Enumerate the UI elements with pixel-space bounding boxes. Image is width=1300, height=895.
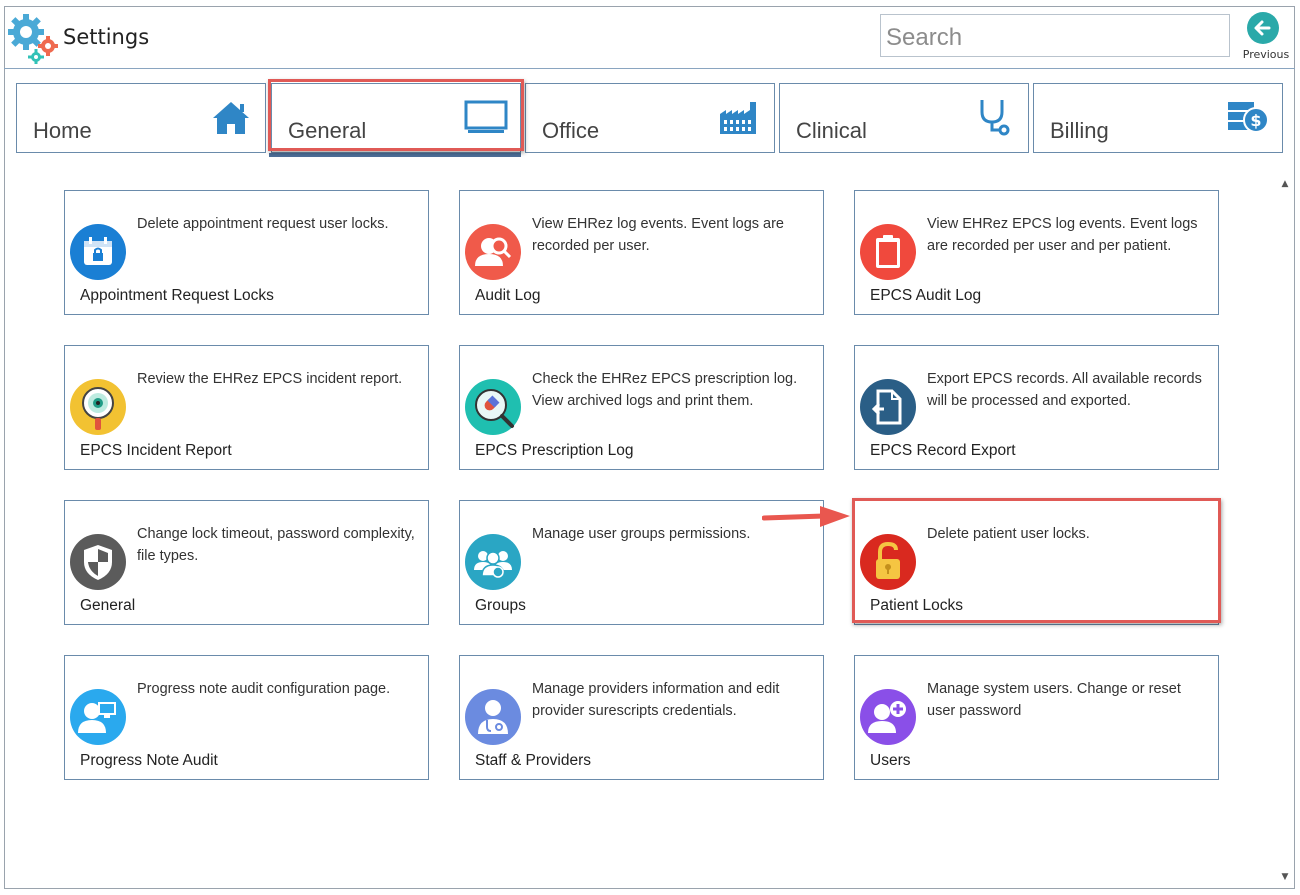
card-description: Change lock timeout, password complexity… xyxy=(137,526,415,564)
card-title: General xyxy=(80,597,136,614)
clipboard-icon xyxy=(860,224,916,280)
card-title: EPCS Incident Report xyxy=(80,442,232,459)
monitor-icon xyxy=(464,100,508,133)
card-general[interactable]: Change lock timeout, password complexity… xyxy=(64,500,429,625)
card-description: View EHRez EPCS log events. Event logs a… xyxy=(927,216,1198,254)
card-description: Review the EHRez EPCS incident report. xyxy=(137,371,403,387)
shield-icon xyxy=(70,534,126,590)
tab-label: Office xyxy=(542,118,600,143)
user-add-icon xyxy=(860,689,916,745)
calendar-lock-icon xyxy=(70,224,126,280)
tab-general[interactable]: General xyxy=(271,83,521,153)
card-title: EPCS Audit Log xyxy=(870,287,982,304)
app-title: Settings xyxy=(63,25,150,49)
document-export-icon xyxy=(860,379,916,435)
card-title: EPCS Prescription Log xyxy=(475,442,634,459)
card-audit-log[interactable]: View EHRez log events. Event logs are re… xyxy=(459,190,824,315)
tab-home[interactable]: Home xyxy=(16,83,266,153)
active-tab-indicator xyxy=(269,153,521,157)
card-title: Patient Locks xyxy=(870,597,964,614)
scroll-down-button[interactable]: ▼ xyxy=(1278,870,1292,884)
tab-office[interactable]: Office xyxy=(525,83,775,153)
card-description: Check the EHRez EPCS prescription log. V… xyxy=(532,371,798,409)
card-title: EPCS Record Export xyxy=(870,442,1016,459)
annotation-arrow-icon xyxy=(762,506,850,527)
card-title: Progress Note Audit xyxy=(80,752,218,769)
card-staff-providers[interactable]: Manage providers information and edit pr… xyxy=(459,655,824,780)
previous-label: Previous xyxy=(1242,48,1290,61)
user-monitor-icon xyxy=(70,689,126,745)
billing-icon: $ xyxy=(1228,102,1269,133)
tab-label: Clinical xyxy=(796,118,867,143)
card-title: Users xyxy=(870,752,911,769)
factory-icon xyxy=(720,102,756,134)
svg-text:$: $ xyxy=(1250,111,1261,130)
previous-button[interactable]: Previous xyxy=(1236,10,1296,66)
user-group-icon xyxy=(465,534,521,590)
card-description: View EHRez log events. Event logs are re… xyxy=(532,216,785,254)
card-description: Manage system users. Change or reset use… xyxy=(927,681,1181,719)
stethoscope-icon xyxy=(980,100,1010,136)
card-title: Audit Log xyxy=(475,287,541,304)
tab-clinical[interactable]: Clinical xyxy=(779,83,1029,153)
doctor-icon xyxy=(465,689,521,745)
home-icon xyxy=(213,102,249,134)
card-description: Delete patient user locks. xyxy=(927,526,1090,542)
card-description: Manage providers information and edit pr… xyxy=(532,681,780,719)
card-progress-note-audit[interactable]: Progress note audit configuration page. … xyxy=(64,655,429,780)
card-title: Staff & Providers xyxy=(475,752,592,769)
card-appointment-request-locks[interactable]: Delete appointment request user locks. A… xyxy=(64,190,429,315)
card-title: Groups xyxy=(475,597,526,614)
card-title: Appointment Request Locks xyxy=(80,287,274,304)
tab-label: Billing xyxy=(1050,118,1109,143)
card-users[interactable]: Manage system users. Change or reset use… xyxy=(854,655,1219,780)
search-input[interactable]: Search xyxy=(880,14,1230,57)
scroll-up-button[interactable]: ▲ xyxy=(1278,177,1292,191)
card-description: Export EPCS records. All available recor… xyxy=(927,371,1202,409)
card-patient-locks[interactable]: Delete patient user locks. Patient Locks xyxy=(854,500,1219,625)
card-description: Progress note audit configuration page. xyxy=(137,681,391,697)
tab-billing[interactable]: Billing $ xyxy=(1033,83,1283,153)
arrow-left-icon xyxy=(1247,12,1279,44)
open-lock-icon xyxy=(860,534,916,590)
magnifier-eye-icon xyxy=(70,379,126,435)
card-epcs-record-export[interactable]: Export EPCS records. All available recor… xyxy=(854,345,1219,470)
gears-icon xyxy=(8,14,58,64)
card-epcs-prescription-log[interactable]: Check the EHRez EPCS prescription log. V… xyxy=(459,345,824,470)
tab-label: Home xyxy=(33,118,92,143)
tab-label: General xyxy=(288,118,367,143)
card-description: Delete appointment request user locks. xyxy=(137,216,389,232)
user-search-icon xyxy=(465,224,521,280)
card-epcs-incident-report[interactable]: Review the EHRez EPCS incident report. E… xyxy=(64,345,429,470)
pill-magnifier-icon xyxy=(465,379,521,435)
card-epcs-audit-log[interactable]: View EHRez EPCS log events. Event logs a… xyxy=(854,190,1219,315)
